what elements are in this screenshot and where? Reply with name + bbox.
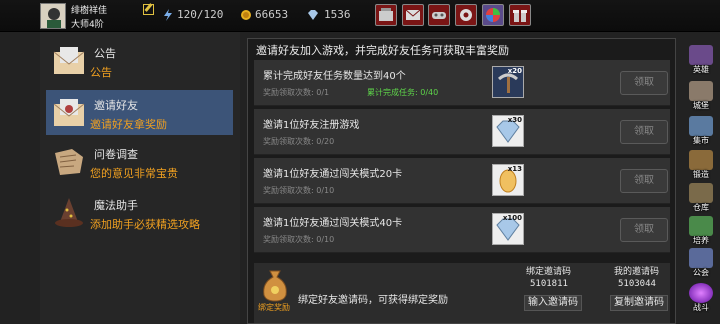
reward-slot[interactable]: x100	[492, 213, 524, 245]
claim-button[interactable]: 领取	[620, 120, 668, 144]
reward-slot[interactable]: x20	[492, 66, 524, 98]
my-code-label: 我的邀请码	[614, 267, 660, 277]
lucky-wheel-icon[interactable]	[482, 4, 504, 26]
sidebar-guild[interactable]: 公会	[685, 247, 717, 280]
my-code-value: 5103044	[618, 279, 656, 289]
player-rank: 大师4阶	[71, 20, 104, 30]
reward-slot[interactable]: x30	[492, 115, 524, 147]
sidebar-label: 战斗	[693, 303, 709, 312]
menu-item-survey[interactable]: 问卷调查 您的意见非常宝贵	[46, 139, 233, 184]
reward-quantity: x100	[502, 214, 522, 222]
gem-icon	[308, 10, 318, 20]
gold-icon	[241, 10, 251, 20]
reward-quantity: x30	[507, 116, 522, 124]
sidebar-label: 仓库	[693, 203, 709, 212]
bind-code-value: 5101811	[530, 279, 568, 289]
sidebar-train[interactable]: 培养	[685, 215, 717, 248]
menu-subtitle: 公告	[90, 66, 112, 79]
copy-code-button[interactable]: 复制邀请码	[610, 295, 668, 311]
train-icon	[689, 216, 713, 236]
survey-icon	[55, 149, 83, 175]
sidebar-hero[interactable]: 英雄	[685, 44, 717, 77]
market-icon	[689, 116, 713, 136]
energy-value: 120/120	[177, 8, 224, 21]
claim-button[interactable]: 领取	[620, 169, 668, 193]
menu-item-announcement[interactable]: 公告 公告	[46, 38, 233, 83]
energy-icon	[164, 9, 172, 21]
top-bar: 绯樹祥佳 大师4阶 120/120 66653 1536	[0, 0, 720, 32]
sidebar-market[interactable]: 集市	[685, 115, 717, 148]
task-claim-count: 奖励领取次数: 0/1	[263, 88, 330, 97]
left-menu: 公告 公告 邀请好友 邀请好友拿奖励 问卷调查 您的意见非常宝贵 魔法助手 添加…	[40, 32, 240, 324]
gems-value: 1536	[324, 8, 351, 21]
task-title: 邀请1位好友注册游戏	[263, 120, 360, 131]
sidebar-label: 城堡	[693, 101, 709, 110]
menu-subtitle: 添加助手必获精选攻略	[90, 218, 200, 231]
money-bag-icon	[263, 270, 287, 302]
bind-description: 绑定好友邀请码，可获得绑定奖励	[298, 295, 448, 306]
sidebar-label: 英雄	[693, 65, 709, 74]
menu-title: 邀请好友	[94, 99, 138, 112]
hero-icon	[689, 45, 713, 65]
menu-subtitle: 您的意见非常宝贵	[90, 167, 178, 180]
task-title: 邀请1位好友通过闯关模式20卡	[263, 169, 403, 180]
gear-icon[interactable]	[455, 4, 477, 26]
task-row: 累计完成好友任务数量达到40个 奖励领取次数: 0/1 累计完成任务: 0/40…	[254, 60, 670, 106]
sidebar-label: 锻造	[693, 170, 709, 179]
claim-button[interactable]: 领取	[620, 218, 668, 242]
player-avatar[interactable]	[40, 3, 66, 29]
task-title: 累计完成好友任务数量达到40个	[263, 71, 406, 82]
reward-slot[interactable]: x13	[492, 164, 524, 196]
invite-icon	[53, 99, 85, 126]
battle-portal-icon	[689, 283, 713, 303]
right-sidebar: 英雄 城堡 集市 锻造 仓库 培养 公会 战斗	[682, 38, 720, 324]
menu-title: 公告	[94, 47, 116, 60]
task-claim-count: 奖励领取次数: 0/10	[263, 235, 335, 244]
claim-button[interactable]: 领取	[620, 71, 668, 95]
anvil-icon	[689, 150, 713, 170]
sidebar-battle[interactable]: 战斗	[685, 282, 717, 315]
sidebar-label: 公会	[693, 268, 709, 277]
menu-title: 问卷调查	[94, 148, 138, 161]
menu-title: 魔法助手	[94, 199, 138, 212]
menu-item-invite[interactable]: 邀请好友 邀请好友拿奖励	[46, 90, 233, 135]
sidebar-label: 集市	[693, 136, 709, 145]
wizard-hat-icon	[55, 198, 83, 227]
storage-icon	[689, 183, 713, 203]
task-row: 邀请1位好友注册游戏 奖励领取次数: 0/20 x30 领取	[254, 109, 670, 155]
gold-value: 66653	[255, 8, 289, 21]
task-claim-count: 奖励领取次数: 0/20	[263, 137, 335, 146]
task-row: 邀请1位好友通过闯关模式20卡 奖励领取次数: 0/10 x13 领取	[254, 158, 670, 204]
mail-icon[interactable]	[402, 4, 424, 26]
sidebar-label: 培养	[693, 236, 709, 245]
task-title: 邀请1位好友通过闯关模式40卡	[263, 218, 403, 229]
task-progress: 累计完成任务: 0/40	[367, 88, 439, 97]
bind-code-label: 绑定邀请码	[526, 267, 572, 277]
sidebar-forge[interactable]: 锻造	[685, 149, 717, 182]
reward-quantity: x20	[507, 67, 522, 75]
task-row: 邀请1位好友通过闯关模式40卡 奖励领取次数: 0/10 x100 领取	[254, 207, 670, 253]
sidebar-storage[interactable]: 仓库	[685, 182, 717, 215]
guild-icon	[689, 248, 713, 268]
gift-icon[interactable]	[509, 4, 531, 26]
reward-quantity: x13	[507, 165, 522, 173]
invite-friends-panel: 邀请好友加入游戏，并完成好友任务可获取丰富奖励 累计完成好友任务数量达到40个 …	[247, 38, 676, 324]
panel-title: 邀请好友加入游戏，并完成好友任务可获取丰富奖励	[256, 44, 509, 57]
bind-section: 绑定奖励 绑定好友邀请码，可获得绑定奖励 绑定邀请码 5101811 输入邀请码…	[254, 263, 670, 323]
enter-code-button[interactable]: 输入邀请码	[524, 295, 582, 311]
sidebar-castle[interactable]: 城堡	[685, 80, 717, 113]
shop-icon[interactable]	[375, 4, 397, 26]
gamepad-icon[interactable]	[428, 4, 450, 26]
menu-item-magic-helper[interactable]: 魔法助手 添加助手必获精选攻略	[46, 190, 233, 235]
player-name: 绯樹祥佳	[71, 6, 108, 16]
edit-icon[interactable]	[143, 4, 154, 15]
task-claim-count: 奖励领取次数: 0/10	[263, 186, 335, 195]
castle-icon	[689, 81, 713, 101]
bind-reward-label: 绑定奖励	[258, 303, 290, 312]
menu-subtitle: 邀请好友拿奖励	[90, 118, 167, 131]
announcement-icon	[53, 47, 85, 74]
